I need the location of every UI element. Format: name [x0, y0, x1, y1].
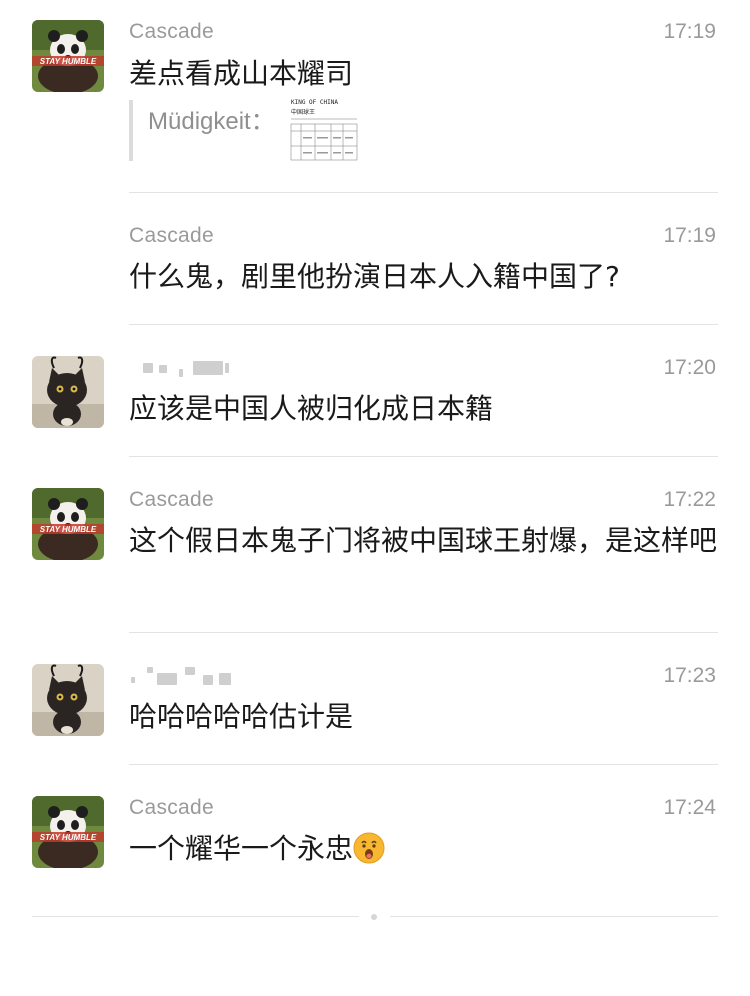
message-text[interactable]: 一个耀华一个永忠 — [129, 827, 719, 870]
message-text[interactable]: 应该是中国人被归化成日本籍 — [129, 387, 719, 430]
sender-name-redacted[interactable] — [129, 357, 249, 379]
avatar-other-user[interactable] — [32, 664, 104, 736]
message-divider — [129, 324, 718, 325]
message-text[interactable]: 什么鬼，剧里他扮演日本人入籍中国了? — [129, 255, 719, 298]
panda-avatar-icon: STAY HUMBLE — [32, 796, 104, 868]
cat-avatar-icon — [32, 356, 104, 428]
thumb-title: KING OF CHINA — [291, 99, 338, 106]
quote-bar — [129, 100, 133, 161]
panda-avatar-icon: STAY HUMBLE — [32, 20, 104, 92]
thumb-subtitle: 中国球王 — [291, 108, 315, 116]
quoted-image: KING OF CHINA 中国球王 — [290, 99, 358, 161]
message-time: 17:19 — [663, 20, 716, 43]
quoted-image-thumbnail[interactable]: KING OF CHINA 中国球王 — [287, 97, 361, 163]
avatar-badge: STAY HUMBLE — [40, 525, 97, 534]
message-time: 17:22 — [663, 488, 716, 511]
sender-name[interactable]: Cascade — [129, 20, 214, 44]
message-divider — [129, 632, 718, 633]
avatar-badge: STAY HUMBLE — [40, 833, 97, 842]
message-time: 17:24 — [663, 796, 716, 819]
quote-sender[interactable]: Müdigkeit： — [148, 101, 275, 136]
message-time: 17:23 — [663, 664, 716, 687]
avatar-cascade[interactable]: STAY HUMBLE — [32, 488, 104, 560]
message-divider — [129, 192, 718, 193]
avatar-other-user[interactable] — [32, 356, 104, 428]
sender-name[interactable]: Cascade — [129, 488, 214, 512]
history-end-dot — [371, 914, 377, 920]
history-end-line-right — [390, 916, 718, 917]
message-divider — [129, 764, 718, 765]
message-divider — [129, 456, 718, 457]
message-text-content: 一个耀华一个永忠 — [129, 832, 354, 865]
history-end-line-left — [32, 916, 359, 917]
avatar-cascade[interactable]: STAY HUMBLE — [32, 20, 104, 92]
message-text[interactable]: 这个假日本鬼子门将被中国球王射爆，是这样吧 — [129, 519, 719, 562]
sender-name[interactable]: Cascade — [129, 224, 214, 248]
sender-name[interactable]: Cascade — [129, 796, 214, 820]
avatar-cascade[interactable]: STAY HUMBLE — [32, 796, 104, 868]
message-text[interactable]: 哈哈哈哈哈估计是 — [129, 695, 719, 738]
cat-avatar-icon — [32, 664, 104, 736]
panda-avatar-icon: STAY HUMBLE — [32, 488, 104, 560]
message-time: 17:19 — [663, 224, 716, 247]
message-text[interactable]: 差点看成山本耀司 — [129, 52, 719, 95]
avatar-badge: STAY HUMBLE — [40, 57, 97, 66]
sender-name-redacted[interactable] — [129, 665, 249, 687]
message-time: 17:20 — [663, 356, 716, 379]
chat-history: STAY HUMBLE Cascade 17:19 差点看成山本耀司 Müdig… — [0, 0, 750, 996]
astonished-face-icon — [353, 832, 385, 864]
